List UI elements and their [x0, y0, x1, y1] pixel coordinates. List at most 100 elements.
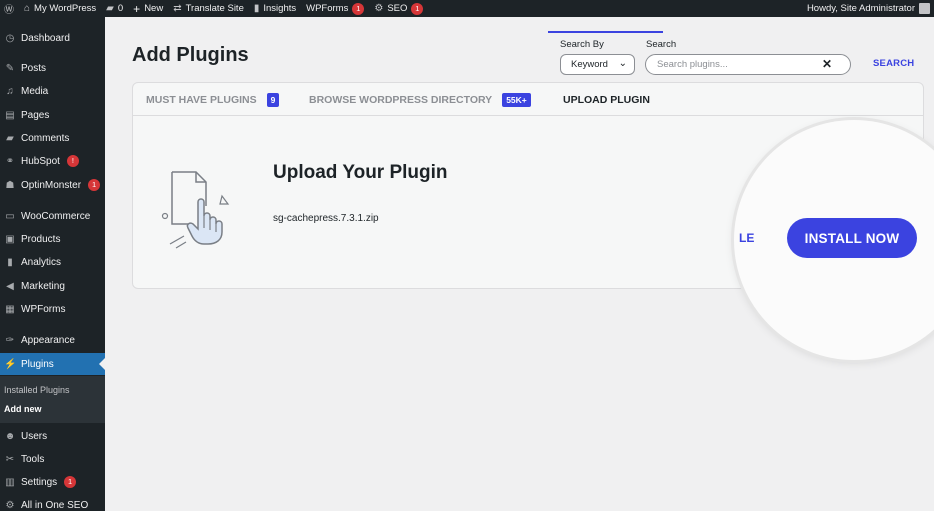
pages-icon: ▤: [5, 109, 15, 121]
sidebar-item-analytics[interactable]: ▮ Analytics: [0, 251, 105, 273]
submenu-add-new[interactable]: Add new: [4, 404, 42, 414]
comments-count: 0: [117, 3, 124, 14]
comments-menu[interactable]: ▰ 0: [101, 0, 128, 17]
tab-upload-plugin[interactable]: UPLOAD PLUGIN: [563, 83, 650, 116]
sidebar-item-label: Products: [21, 233, 61, 245]
wrench-icon: ✂: [5, 453, 15, 465]
sidebar-item-wpforms[interactable]: ▦ WPForms: [0, 298, 105, 320]
sidebar-item-media[interactable]: ♫ Media: [0, 80, 105, 102]
sidebar-item-label: Dashboard: [21, 32, 70, 44]
wordpress-logo-icon: Ⓦ: [4, 5, 14, 16]
tab-label: MUST HAVE PLUGINS: [146, 93, 257, 106]
translate-icon: ⇄: [173, 3, 182, 14]
sidebar-item-hubspot[interactable]: ⚭ HubSpot !: [0, 150, 105, 172]
sidebar-item-products[interactable]: ▣ Products: [0, 228, 105, 250]
partial-link-text[interactable]: LE: [739, 231, 754, 245]
tab-label: UPLOAD PLUGIN: [563, 93, 650, 106]
media-icon: ♫: [6, 85, 14, 97]
seo-label: SEO: [387, 3, 408, 14]
sidebar-item-label: Settings: [21, 476, 58, 488]
sidebar-item-woocommerce[interactable]: ▭ WooCommerce: [0, 205, 105, 227]
sidebar-item-label: WooCommerce: [21, 210, 91, 222]
aioseo-icon: ⚙: [5, 499, 15, 511]
sidebar-item-aioseo[interactable]: ⚙ All in One SEO: [0, 494, 105, 511]
plugins-submenu: Installed Plugins Add new: [0, 376, 105, 423]
submenu-installed-plugins[interactable]: Installed Plugins: [4, 385, 70, 395]
tab-label: BROWSE WORDPRESS DIRECTORY: [309, 93, 493, 106]
plug-icon: ⚡: [4, 358, 17, 370]
sidebar-item-comments[interactable]: ▰ Comments: [0, 127, 105, 149]
search-by-label: Search By: [560, 39, 604, 50]
translate-site-menu[interactable]: ⇄ Translate Site: [168, 0, 249, 17]
sidebar-item-label: Pages: [21, 109, 50, 121]
sidebar-item-dashboard[interactable]: ◷ Dashboard: [0, 27, 105, 49]
hubspot-badge: !: [66, 155, 79, 167]
selected-filename: sg-cachepress.7.3.1.zip: [273, 213, 379, 224]
account-menu[interactable]: Howdy, Site Administrator: [807, 0, 930, 17]
tab-must-have-plugins[interactable]: MUST HAVE PLUGINS 9: [146, 83, 280, 116]
sidebar-item-users[interactable]: ☻ Users: [0, 425, 105, 447]
seo-badge: 1: [411, 2, 424, 15]
tab-badge: 55K+: [502, 92, 531, 107]
active-tab-indicator: [548, 31, 663, 33]
sidebar-item-label: HubSpot: [21, 155, 60, 167]
bar-chart-icon: ▮: [253, 3, 260, 14]
search-by-value: Keyword: [571, 59, 608, 70]
howdy-label: Howdy, Site Administrator: [806, 3, 915, 14]
sidebar-item-label: WPForms: [21, 303, 66, 315]
seo-menu[interactable]: ⚙ SEO 1: [369, 0, 428, 17]
plus-icon: +: [133, 1, 141, 16]
wpforms-label: WPForms: [306, 3, 349, 14]
wpforms-icon: ▦: [5, 303, 15, 315]
search-by-select[interactable]: Keyword ⌄: [560, 54, 635, 75]
settings-badge: 1: [64, 476, 77, 488]
seo-gear-icon: ⚙: [374, 3, 384, 14]
brush-icon: ✑: [5, 334, 15, 346]
wpforms-badge: 1: [352, 2, 365, 15]
search-input[interactable]: [645, 54, 851, 75]
search-label: Search: [646, 39, 677, 50]
pin-icon: ✎: [5, 62, 15, 74]
wpforms-menu[interactable]: WPForms 1: [301, 0, 369, 17]
sidebar-item-pages[interactable]: ▤ Pages: [0, 104, 105, 126]
sidebar-item-label: Posts: [21, 62, 47, 74]
wp-logo-menu[interactable]: Ⓦ: [0, 0, 19, 17]
optinmonster-icon: ☗: [5, 179, 15, 191]
sidebar-item-label: All in One SEO: [21, 499, 89, 511]
comment-bubble-icon: ▰: [106, 3, 114, 14]
plugin-tabs: MUST HAVE PLUGINS 9 BROWSE WORDPRESS DIR…: [132, 82, 924, 116]
sidebar-item-plugins[interactable]: ⚡ Plugins: [0, 353, 105, 375]
dashboard-icon: ◷: [5, 32, 15, 44]
woocommerce-icon: ▭: [5, 210, 15, 222]
sidebar-item-label: Analytics: [21, 256, 62, 268]
avatar: [919, 3, 930, 14]
page-title: Add Plugins: [132, 44, 249, 66]
chevron-down-icon: ⌄: [618, 58, 627, 69]
sidebar-item-settings[interactable]: ▥ Settings 1: [0, 471, 105, 493]
sidebar-item-tools[interactable]: ✂ Tools: [0, 448, 105, 470]
sidebar-item-marketing[interactable]: ◀ Marketing: [0, 275, 105, 297]
sidebar-item-label: Media: [21, 85, 49, 97]
site-name-menu[interactable]: ⌂ My WordPress: [19, 0, 101, 17]
tab-browse-directory[interactable]: BROWSE WORDPRESS DIRECTORY 55K+: [309, 83, 531, 116]
new-content-menu[interactable]: + New: [128, 0, 168, 17]
install-now-button[interactable]: INSTALL NOW: [787, 218, 917, 258]
sidebar-item-posts[interactable]: ✎ Posts: [0, 57, 105, 79]
insights-menu[interactable]: ▮ Insights: [249, 0, 301, 17]
sidebar-item-label: Plugins: [21, 358, 54, 370]
home-icon: ⌂: [24, 3, 31, 14]
sidebar-item-appearance[interactable]: ✑ Appearance: [0, 329, 105, 351]
products-icon: ▣: [5, 233, 15, 245]
insights-label: Insights: [263, 3, 297, 14]
sidebar-item-optinmonster[interactable]: ☗ OptinMonster 1: [0, 174, 105, 196]
admin-sidebar: ◷ Dashboard ✎ Posts ♫ Media ▤ Pages ▰ Co…: [0, 17, 105, 511]
upload-file-hand-icon: [161, 171, 230, 249]
users-icon: ☻: [4, 430, 16, 442]
marketing-icon: ◀: [6, 280, 14, 292]
translate-label: Translate Site: [185, 3, 244, 14]
clear-search-icon[interactable]: ✕: [822, 57, 832, 71]
sidebar-item-label: Appearance: [21, 334, 75, 346]
admin-bar: Ⓦ ⌂ My WordPress ▰ 0 + New ⇄ Translate S…: [0, 0, 934, 17]
site-name-label: My WordPress: [34, 3, 97, 14]
search-button[interactable]: SEARCH: [873, 58, 914, 69]
